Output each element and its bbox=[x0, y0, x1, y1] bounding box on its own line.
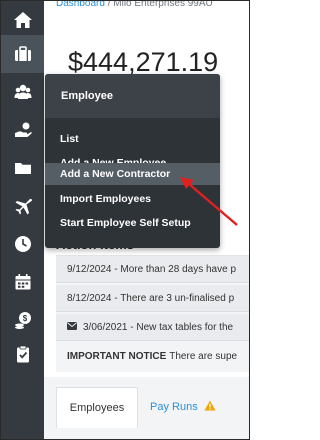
breadcrumb-separator: / bbox=[107, 1, 111, 9]
tab-pay-runs[interactable]: Pay Runs bbox=[150, 387, 216, 427]
home-icon bbox=[13, 12, 32, 28]
sidebar-item-time[interactable] bbox=[1, 225, 44, 263]
tab-pay-runs-label: Pay Runs bbox=[150, 401, 198, 413]
action-item-text: 9/12/2024 - More than 28 days have p bbox=[67, 263, 237, 275]
plane-icon bbox=[15, 198, 32, 215]
sidebar-item-briefcase[interactable] bbox=[1, 35, 44, 73]
app-window: Dashboard / Milo Enterprises 99AU $444,2… bbox=[0, 0, 250, 440]
action-item-text: 3/06/2021 - New tax tables for the bbox=[83, 321, 234, 333]
sidebar-item-payments[interactable] bbox=[1, 111, 44, 149]
notice-text: There are supe bbox=[169, 351, 238, 362]
envelope-icon bbox=[67, 321, 77, 333]
tab-bar: Employees Pay Runs bbox=[44, 377, 249, 439]
action-item[interactable]: 9/12/2024 - More than 28 days have p bbox=[56, 256, 249, 283]
tab-employees-label: Employees bbox=[69, 402, 125, 414]
sidebar-item-folder[interactable] bbox=[1, 149, 44, 187]
employee-menu: Employee List Add a New Employee Add a N… bbox=[45, 74, 220, 248]
svg-text:$: $ bbox=[22, 314, 27, 323]
tab-employees[interactable]: Employees bbox=[56, 387, 138, 428]
sidebar-item-calendar[interactable] bbox=[1, 263, 44, 301]
briefcase-icon bbox=[14, 46, 31, 61]
employee-menu-header: Employee bbox=[45, 74, 220, 118]
menu-item-add-contractor[interactable]: Add a New Contractor bbox=[45, 163, 220, 185]
sidebar-item-coins[interactable]: $ bbox=[1, 301, 44, 339]
folder-icon bbox=[14, 163, 31, 174]
employees-icon bbox=[14, 84, 31, 99]
sidebar-item-travel[interactable] bbox=[1, 187, 44, 225]
action-item-text: 8/12/2024 - There are 3 un-finalised p bbox=[67, 292, 235, 304]
important-notice[interactable]: IMPORTANT NOTICE There are supe bbox=[56, 343, 249, 370]
breadcrumb-dashboard-link[interactable]: Dashboard bbox=[56, 1, 105, 9]
sidebar: $ bbox=[1, 1, 44, 439]
action-item[interactable]: 8/12/2024 - There are 3 un-finalised p bbox=[56, 285, 249, 312]
clipboard-icon bbox=[16, 345, 29, 363]
menu-item-import-employees[interactable]: Import Employees bbox=[45, 187, 220, 211]
sidebar-item-employees[interactable] bbox=[1, 73, 44, 111]
warning-icon bbox=[198, 400, 216, 414]
menu-item-list[interactable]: List bbox=[45, 127, 220, 151]
menu-item-self-setup[interactable]: Start Employee Self Setup bbox=[45, 211, 220, 235]
action-items-list: 9/12/2024 - More than 28 days have p 8/1… bbox=[56, 255, 249, 372]
clock-icon bbox=[14, 236, 31, 252]
notice-label: IMPORTANT NOTICE bbox=[67, 351, 167, 362]
breadcrumb-business: Milo Enterprises 99AU bbox=[113, 1, 213, 9]
coins-icon: $ bbox=[14, 312, 31, 329]
breadcrumb: Dashboard / Milo Enterprises 99AU bbox=[56, 1, 213, 9]
hand-money-icon bbox=[14, 122, 32, 137]
calendar-icon bbox=[15, 274, 30, 290]
sidebar-item-home[interactable] bbox=[1, 1, 44, 39]
action-item[interactable]: 3/06/2021 - New tax tables for the bbox=[56, 314, 249, 341]
sidebar-item-reports[interactable] bbox=[1, 335, 44, 373]
